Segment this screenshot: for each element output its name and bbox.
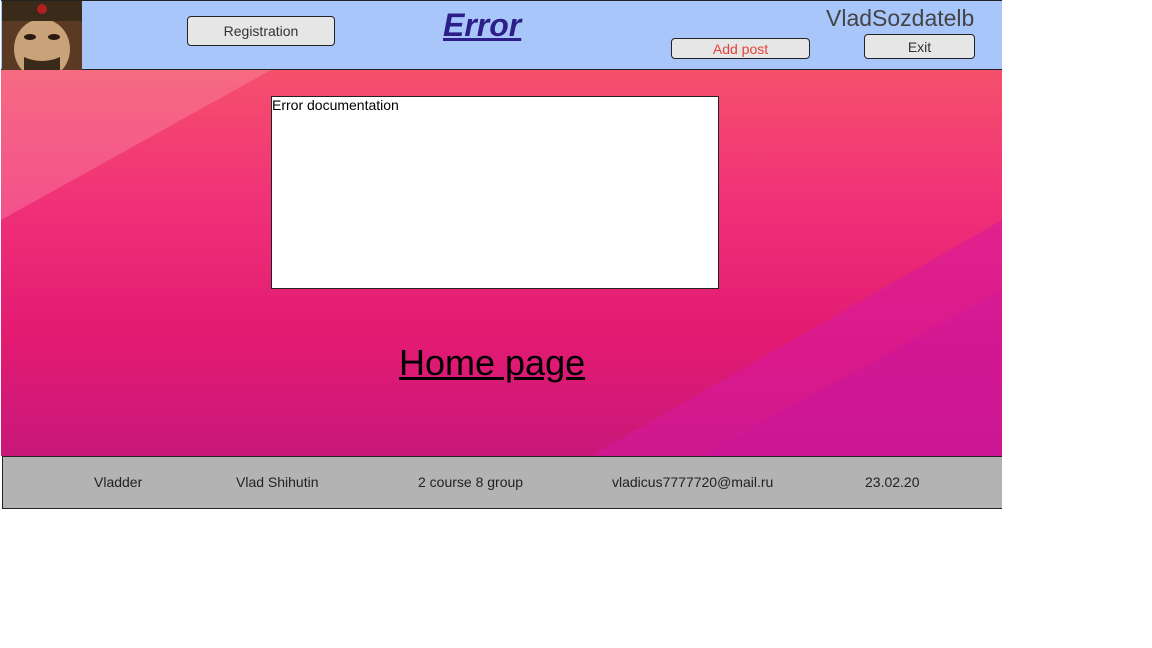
footer: Vladder Vlad Shihutin 2 course 8 group v… bbox=[2, 456, 1002, 509]
add-post-button[interactable]: Add post bbox=[671, 38, 810, 59]
exit-button[interactable]: Exit bbox=[864, 34, 975, 59]
header: Registration Error VladSozdatelb Add pos… bbox=[1, 0, 1002, 70]
footer-author: Vlad Shihutin bbox=[236, 474, 319, 490]
page: Registration Error VladSozdatelb Add pos… bbox=[1, 0, 1002, 509]
footer-email: vladicus7777720@mail.ru bbox=[612, 474, 774, 490]
footer-site-name: Vladder bbox=[94, 474, 143, 490]
page-title[interactable]: Error bbox=[443, 7, 521, 44]
avatar bbox=[2, 1, 82, 70]
main-content: Error documentation Home page bbox=[1, 70, 1002, 456]
registration-button[interactable]: Registration bbox=[187, 16, 335, 46]
error-documentation-text: Error documentation bbox=[272, 97, 399, 113]
footer-date: 23.02.20 bbox=[865, 474, 920, 490]
home-page-link[interactable]: Home page bbox=[399, 342, 585, 384]
error-documentation-box: Error documentation bbox=[271, 96, 719, 289]
footer-group: 2 course 8 group bbox=[418, 474, 524, 490]
username: VladSozdatelb bbox=[826, 5, 975, 31]
